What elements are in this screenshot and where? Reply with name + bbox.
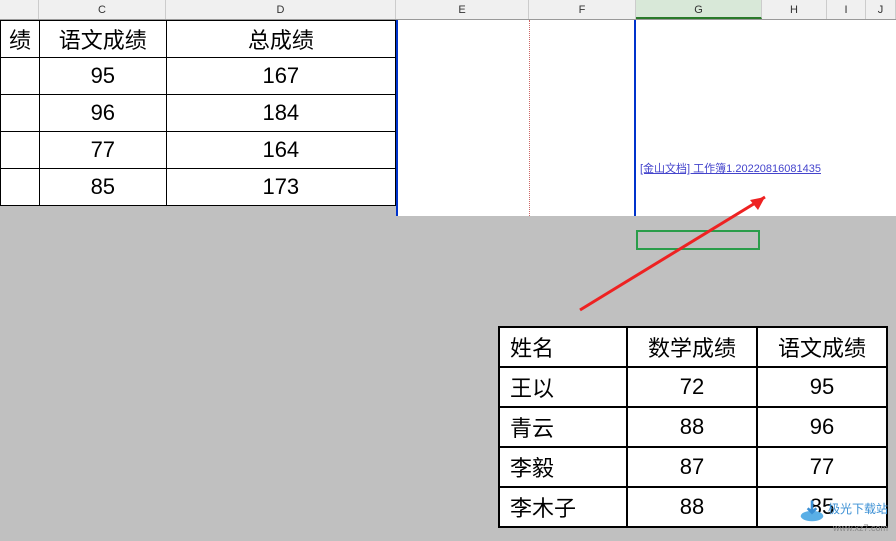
header-chinese[interactable]: 语文成绩 <box>39 21 166 58</box>
col-header-c[interactable]: C <box>39 0 166 19</box>
cell-b4[interactable] <box>1 132 40 169</box>
col-header-g[interactable]: G <box>636 0 762 19</box>
float-header-chinese[interactable]: 语文成绩 <box>757 327 887 367</box>
site-url: www.xz7.com <box>799 523 888 533</box>
page3-area[interactable] <box>636 20 896 216</box>
float-name-3[interactable]: 李木子 <box>499 487 627 527</box>
cell-c2[interactable]: 95 <box>39 58 166 95</box>
cell-b2[interactable] <box>1 58 40 95</box>
cell-b3[interactable] <box>1 95 40 132</box>
float-header-math[interactable]: 数学成绩 <box>627 327 757 367</box>
col-header-i[interactable]: I <box>827 0 866 19</box>
float-math-0[interactable]: 72 <box>627 367 757 407</box>
cell-d3[interactable]: 184 <box>166 95 395 132</box>
header-partial[interactable]: 绩 <box>1 21 40 58</box>
col-header-e[interactable]: E <box>396 0 529 19</box>
float-math-3[interactable]: 88 <box>627 487 757 527</box>
cell-d5[interactable]: 173 <box>166 169 395 206</box>
col-header-j[interactable]: J <box>866 0 896 19</box>
float-chinese-0[interactable]: 95 <box>757 367 887 407</box>
float-name-1[interactable]: 青云 <box>499 407 627 447</box>
document-link[interactable]: [金山文档] 工作簿1.20220816081435 <box>640 160 821 176</box>
col-header-h[interactable]: H <box>762 0 827 19</box>
page2-area[interactable] <box>396 20 636 216</box>
cell-d4[interactable]: 164 <box>166 132 395 169</box>
site-watermark: 极光下载站 www.xz7.com <box>799 497 888 533</box>
page-break-line <box>529 20 530 216</box>
cell-c4[interactable]: 77 <box>39 132 166 169</box>
float-chinese-1[interactable]: 96 <box>757 407 887 447</box>
active-cell-selection[interactable] <box>636 230 760 250</box>
float-chinese-2[interactable]: 77 <box>757 447 887 487</box>
cell-d2[interactable]: 167 <box>166 58 395 95</box>
main-data-table[interactable]: 绩 语文成绩 总成绩 95 167 96 184 77 164 85 <box>0 20 396 206</box>
col-header-f[interactable]: F <box>529 0 636 19</box>
float-math-1[interactable]: 88 <box>627 407 757 447</box>
cell-c5[interactable]: 85 <box>39 169 166 206</box>
float-math-2[interactable]: 87 <box>627 447 757 487</box>
float-name-0[interactable]: 王以 <box>499 367 627 407</box>
site-name: 极光下载站 <box>828 502 888 516</box>
col-header-d[interactable]: D <box>166 0 396 19</box>
column-header-row: C D E F G H I J <box>0 0 896 20</box>
cell-c3[interactable]: 96 <box>39 95 166 132</box>
page1-table-area: 绩 语文成绩 总成绩 95 167 96 184 77 164 85 <box>0 20 396 206</box>
cell-b5[interactable] <box>1 169 40 206</box>
float-name-2[interactable]: 李毅 <box>499 447 627 487</box>
col-header-b[interactable] <box>0 0 39 19</box>
float-header-name[interactable]: 姓名 <box>499 327 627 367</box>
download-icon <box>799 497 825 523</box>
header-total[interactable]: 总成绩 <box>166 21 395 58</box>
